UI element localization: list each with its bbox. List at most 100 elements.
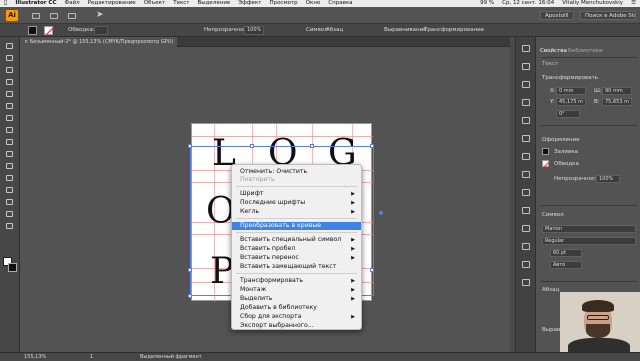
appearance-panel-icon[interactable] [522, 225, 530, 232]
menu-file[interactable]: Файл [60, 0, 83, 7]
selection-handle[interactable] [188, 294, 192, 298]
stroke-panel-icon[interactable] [522, 171, 530, 178]
menu-item-size[interactable]: Кегль ▶ [232, 208, 361, 216]
paintbrush-tool-icon[interactable] [6, 127, 14, 135]
menu-item-export-selection[interactable]: Экспорт выбранного... [232, 322, 361, 330]
menu-object[interactable]: Объект [140, 0, 170, 7]
layers-panel-icon[interactable] [522, 63, 530, 70]
menu-item-transform[interactable]: Трансформировать ▶ [232, 277, 361, 285]
fill-swatch-icon[interactable] [542, 148, 549, 155]
app-menu[interactable]: Illustrator CC [11, 0, 60, 7]
menubar-list-icon[interactable]: ☰ [627, 0, 640, 7]
menu-edit[interactable]: Редактирование [84, 0, 140, 7]
tools-panel [0, 37, 20, 352]
stroke-swatch[interactable] [44, 26, 54, 36]
x-field[interactable]: 0 mm [556, 87, 586, 95]
menu-item-undo[interactable]: Отменить: Очистить [232, 168, 361, 176]
width-tool-icon[interactable] [6, 187, 14, 195]
menu-help[interactable]: Справка [324, 0, 356, 7]
font-family-field[interactable]: Marion [542, 225, 636, 233]
hand-tool-icon[interactable] [6, 223, 14, 231]
rectangle-tool-icon[interactable] [6, 115, 14, 123]
menu-view[interactable]: Просмотр [265, 0, 301, 7]
graphic-styles-panel-icon[interactable] [522, 243, 530, 250]
align-link[interactable]: Выравнивание [384, 24, 427, 37]
stock-search-input[interactable]: Поиск в Adobe Stock [580, 11, 636, 20]
font-size-field[interactable]: 60 pt [550, 249, 582, 257]
pencil-tool-icon[interactable] [6, 139, 14, 147]
paragraph-panel-icon[interactable] [522, 279, 530, 286]
tab-libraries[interactable]: Библиотеки [568, 46, 603, 56]
transparency-panel-icon[interactable] [522, 207, 530, 214]
opacity-field[interactable]: 100% [596, 175, 620, 183]
selection-tool-icon[interactable] [6, 43, 14, 51]
direct-selection-tool-icon[interactable] [6, 55, 14, 63]
shape-builder-tool-icon[interactable] [6, 199, 14, 207]
battery-status[interactable]: 99 % [476, 0, 498, 7]
line-tool-icon[interactable] [6, 103, 14, 111]
stroke-weight-field[interactable] [94, 26, 108, 35]
fill-swatch[interactable] [28, 26, 37, 35]
character-panel-icon[interactable] [522, 261, 530, 268]
menu-item-create-outlines[interactable]: Преобразовать в кривые [232, 222, 361, 230]
transform-link[interactable]: Трансформирование [424, 24, 484, 37]
workspace-switcher[interactable]: Apostolll [540, 11, 574, 20]
menu-item-label: Кегль [240, 208, 260, 215]
tab-properties[interactable]: Свойства [540, 46, 567, 56]
menu-item-arrange[interactable]: Монтаж ▶ [232, 286, 361, 294]
y-field[interactable]: 45,175 m [556, 98, 586, 106]
color-panel-icon[interactable] [522, 99, 530, 106]
menu-item-font[interactable]: Шрифт ▶ [232, 190, 361, 198]
menu-item-insert-break[interactable]: Вставить перенос ▶ [232, 254, 361, 262]
brush-icon[interactable] [68, 13, 76, 19]
type-tool-icon[interactable] [6, 91, 14, 99]
swatches-panel-icon[interactable] [522, 117, 530, 124]
menu-item-placeholder-text[interactable]: Вставить замещающий текст [232, 263, 361, 271]
menu-type[interactable]: Текст [169, 0, 193, 7]
eraser-tool-icon[interactable] [6, 151, 14, 159]
width-field[interactable]: 90 mm [602, 87, 632, 95]
menubar-clock[interactable]: Ср, 12 сент. 16:04 [498, 0, 558, 7]
menu-select[interactable]: Выделение [194, 0, 235, 7]
height-field[interactable]: 75,653 m [602, 98, 632, 106]
libraries-panel-icon[interactable] [522, 81, 530, 88]
document-tab[interactable]: × Безымянный-2* @ 155,13% (CMYK/Предпрос… [20, 37, 178, 47]
symbol-link[interactable]: Символ [306, 24, 328, 37]
menubar-user[interactable]: Vitaliy Menchukovskiy [558, 0, 627, 7]
paragraph-link[interactable]: Абзац [326, 24, 343, 37]
properties-panel-icon[interactable] [522, 45, 530, 52]
menu-item-collect-for-export[interactable]: Сбор для экспорта ▶ [232, 313, 361, 321]
menu-item-recent-fonts[interactable]: Последние шрифты ▶ [232, 199, 361, 207]
rotate-angle-field[interactable]: 0° [556, 110, 580, 118]
selection-handle[interactable] [310, 144, 314, 148]
menu-item-select[interactable]: Выделить ▶ [232, 295, 361, 303]
symbols-panel-icon[interactable] [522, 153, 530, 160]
pen-tool-icon[interactable] [6, 79, 14, 87]
arrange-icon[interactable] [50, 13, 58, 19]
apple-icon[interactable]:  [0, 0, 11, 7]
menu-effect[interactable]: Эффект [234, 0, 265, 7]
selection-handle[interactable] [370, 268, 374, 272]
library-icon[interactable] [32, 13, 40, 19]
gradient-panel-icon[interactable] [522, 189, 530, 196]
selection-handle[interactable] [370, 144, 374, 148]
brushes-panel-icon[interactable] [522, 135, 530, 142]
menu-item-insert-special-char[interactable]: Вставить специальный символ ▶ [232, 236, 361, 244]
menu-item-insert-whitespace[interactable]: Вставить пробел ▶ [232, 245, 361, 253]
selection-handle[interactable] [188, 144, 192, 148]
rotation-handle[interactable] [379, 211, 383, 215]
stroke-color-icon[interactable] [8, 263, 17, 272]
gradient-tool-icon[interactable] [6, 211, 14, 219]
leading-field[interactable]: Авто [550, 261, 582, 269]
send-icon[interactable]: ➤ [96, 10, 104, 20]
magic-wand-tool-icon[interactable] [6, 67, 14, 75]
selection-handle[interactable] [188, 268, 192, 272]
selection-handle[interactable] [250, 144, 254, 148]
rotate-tool-icon[interactable] [6, 163, 14, 171]
menu-window[interactable]: Окно [302, 0, 325, 7]
stroke-swatch-icon[interactable] [542, 160, 550, 168]
menu-item-add-to-library[interactable]: Добавить в библиотеку [232, 304, 361, 312]
font-style-field[interactable]: Regular [542, 237, 636, 245]
scale-tool-icon[interactable] [6, 175, 14, 183]
opacity-field[interactable]: 100% [244, 26, 264, 35]
